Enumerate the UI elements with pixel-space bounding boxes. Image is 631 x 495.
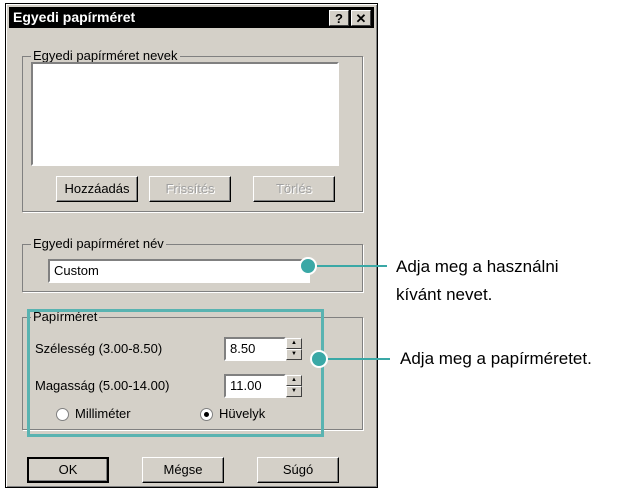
title-bar: Egyedi papírméret ? ✕	[9, 7, 374, 28]
ok-button[interactable]: OK	[27, 457, 109, 483]
help-title-button[interactable]: ?	[329, 10, 349, 26]
size-callout-dot	[310, 350, 328, 368]
delete-button[interactable]: Törlés	[253, 176, 335, 202]
paper-names-listbox[interactable]	[31, 62, 339, 166]
name-group-label: Egyedi papírméret név	[31, 236, 166, 252]
name-callout-dot	[299, 257, 317, 275]
cancel-button[interactable]: Mégse	[142, 457, 224, 483]
add-button[interactable]: Hozzáadás	[56, 176, 138, 202]
refresh-button[interactable]: Frissítés	[149, 176, 231, 202]
size-callout-text: Adja meg a papírméretet.	[400, 349, 592, 368]
size-callout-line	[328, 358, 390, 360]
help-button[interactable]: Súgó	[257, 457, 339, 483]
name-callout-line	[317, 265, 387, 267]
paper-size-highlight	[27, 309, 324, 437]
close-icon[interactable]: ✕	[351, 10, 371, 26]
name-callout-text-1: Adja meg a használni	[396, 257, 559, 276]
dialog-title: Egyedi papírméret	[13, 9, 136, 25]
name-callout-text-2: kívánt nevet.	[396, 285, 493, 304]
paper-name-input[interactable]: Custom	[48, 259, 310, 283]
